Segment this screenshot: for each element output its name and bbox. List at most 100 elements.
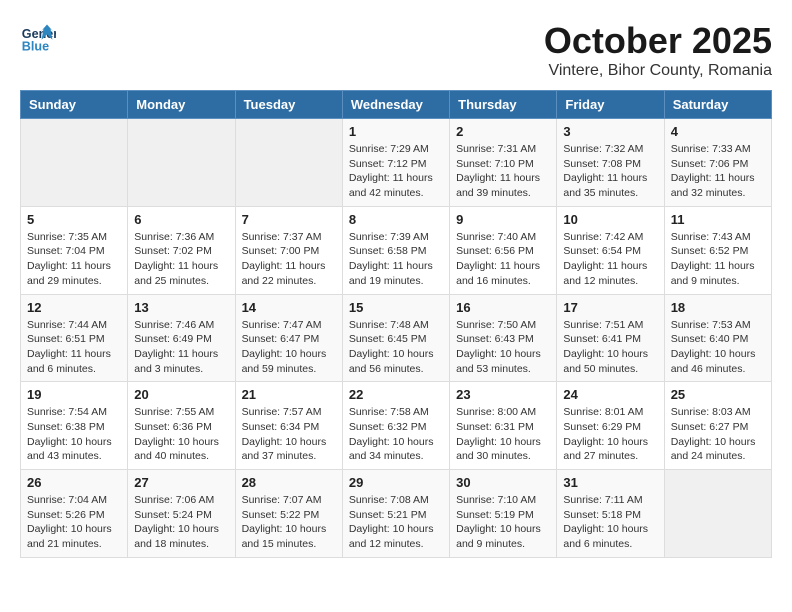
calendar-cell — [664, 470, 771, 558]
weekday-header-row: SundayMondayTuesdayWednesdayThursdayFrid… — [21, 91, 772, 119]
calendar-cell: 8 Sunrise: 7:39 AM Sunset: 6:58 PM Daylig… — [342, 206, 449, 294]
day-info: Sunrise: 7:11 AM Sunset: 5:18 PM Dayligh… — [563, 493, 657, 552]
day-info: Sunrise: 7:53 AM Sunset: 6:40 PM Dayligh… — [671, 318, 765, 377]
calendar-cell — [21, 119, 128, 207]
day-info: Sunrise: 7:50 AM Sunset: 6:43 PM Dayligh… — [456, 318, 550, 377]
page-header: General Blue October 2025 Vintere, Bihor… — [20, 20, 772, 80]
calendar-cell: 19 Sunrise: 7:54 AM Sunset: 6:38 PM Dayli… — [21, 382, 128, 470]
day-info: Sunrise: 7:06 AM Sunset: 5:24 PM Dayligh… — [134, 493, 228, 552]
calendar-cell: 28 Sunrise: 7:07 AM Sunset: 5:22 PM Dayli… — [235, 470, 342, 558]
day-number: 5 — [27, 212, 121, 227]
weekday-header-saturday: Saturday — [664, 91, 771, 119]
weekday-header-friday: Friday — [557, 91, 664, 119]
day-info: Sunrise: 8:03 AM Sunset: 6:27 PM Dayligh… — [671, 405, 765, 464]
day-info: Sunrise: 7:43 AM Sunset: 6:52 PM Dayligh… — [671, 230, 765, 289]
day-info: Sunrise: 7:31 AM Sunset: 7:10 PM Dayligh… — [456, 142, 550, 201]
calendar-cell: 13Sunrise: 7:46 AM Sunset: 6:49 PM Dayli… — [128, 294, 235, 382]
day-info: Sunrise: 7:48 AM Sunset: 6:45 PM Dayligh… — [349, 318, 443, 377]
day-number: 31 — [563, 475, 657, 490]
day-number: 6 — [134, 212, 228, 227]
calendar-cell: 9 Sunrise: 7:40 AM Sunset: 6:56 PM Daylig… — [450, 206, 557, 294]
calendar-cell: 15 Sunrise: 7:48 AM Sunset: 6:45 PM Dayli… — [342, 294, 449, 382]
day-number: 10 — [563, 212, 657, 227]
day-number: 23 — [456, 387, 550, 402]
weekday-header-monday: Monday — [128, 91, 235, 119]
calendar-week-2: 5 Sunrise: 7:35 AM Sunset: 7:04 PM Daylig… — [21, 206, 772, 294]
day-number: 27 — [134, 475, 228, 490]
day-number: 3 — [563, 124, 657, 139]
day-info: Sunrise: 7:36 AM Sunset: 7:02 PM Dayligh… — [134, 230, 228, 289]
day-number: 11 — [671, 212, 765, 227]
calendar-week-4: 19 Sunrise: 7:54 AM Sunset: 6:38 PM Dayli… — [21, 382, 772, 470]
day-number: 28 — [242, 475, 336, 490]
calendar-cell: 27 Sunrise: 7:06 AM Sunset: 5:24 PM Dayli… — [128, 470, 235, 558]
day-info: Sunrise: 7:10 AM Sunset: 5:19 PM Dayligh… — [456, 493, 550, 552]
day-number: 15 — [349, 300, 443, 315]
calendar-cell: 10 Sunrise: 7:42 AM Sunset: 6:54 PM Dayli… — [557, 206, 664, 294]
day-number: 12 — [27, 300, 121, 315]
day-number: 20 — [134, 387, 228, 402]
calendar-cell: 20 Sunrise: 7:55 AM Sunset: 6:36 PM Dayli… — [128, 382, 235, 470]
calendar-cell: 18 Sunrise: 7:53 AM Sunset: 6:40 PM Dayli… — [664, 294, 771, 382]
calendar-cell: 6 Sunrise: 7:36 AM Sunset: 7:02 PM Daylig… — [128, 206, 235, 294]
calendar-cell: 31 Sunrise: 7:11 AM Sunset: 5:18 PM Dayli… — [557, 470, 664, 558]
day-number: 22 — [349, 387, 443, 402]
day-info: Sunrise: 7:51 AM Sunset: 6:41 PM Dayligh… — [563, 318, 657, 377]
logo-icon: General Blue — [20, 20, 56, 56]
day-info: Sunrise: 7:42 AM Sunset: 6:54 PM Dayligh… — [563, 230, 657, 289]
location-subtitle: Vintere, Bihor County, Romania — [544, 62, 772, 80]
day-number: 14 — [242, 300, 336, 315]
calendar-week-5: 26Sunrise: 7:04 AM Sunset: 5:26 PM Dayli… — [21, 470, 772, 558]
calendar-cell: 26Sunrise: 7:04 AM Sunset: 5:26 PM Dayli… — [21, 470, 128, 558]
day-number: 29 — [349, 475, 443, 490]
day-info: Sunrise: 7:29 AM Sunset: 7:12 PM Dayligh… — [349, 142, 443, 201]
svg-text:Blue: Blue — [22, 40, 49, 54]
day-number: 1 — [349, 124, 443, 139]
day-info: Sunrise: 7:07 AM Sunset: 5:22 PM Dayligh… — [242, 493, 336, 552]
day-info: Sunrise: 7:35 AM Sunset: 7:04 PM Dayligh… — [27, 230, 121, 289]
day-info: Sunrise: 7:55 AM Sunset: 6:36 PM Dayligh… — [134, 405, 228, 464]
calendar-cell: 1 Sunrise: 7:29 AM Sunset: 7:12 PM Daylig… — [342, 119, 449, 207]
day-number: 8 — [349, 212, 443, 227]
calendar-cell: 22 Sunrise: 7:58 AM Sunset: 6:32 PM Dayli… — [342, 382, 449, 470]
day-info: Sunrise: 7:33 AM Sunset: 7:06 PM Dayligh… — [671, 142, 765, 201]
calendar-cell — [128, 119, 235, 207]
day-info: Sunrise: 7:08 AM Sunset: 5:21 PM Dayligh… — [349, 493, 443, 552]
calendar-cell: 14Sunrise: 7:47 AM Sunset: 6:47 PM Dayli… — [235, 294, 342, 382]
calendar-week-1: 1 Sunrise: 7:29 AM Sunset: 7:12 PM Daylig… — [21, 119, 772, 207]
calendar-cell: 21Sunrise: 7:57 AM Sunset: 6:34 PM Dayli… — [235, 382, 342, 470]
calendar-cell: 23 Sunrise: 8:00 AM Sunset: 6:31 PM Dayli… — [450, 382, 557, 470]
day-info: Sunrise: 8:00 AM Sunset: 6:31 PM Dayligh… — [456, 405, 550, 464]
day-number: 18 — [671, 300, 765, 315]
day-info: Sunrise: 7:40 AM Sunset: 6:56 PM Dayligh… — [456, 230, 550, 289]
logo: General Blue — [20, 20, 56, 56]
day-info: Sunrise: 7:54 AM Sunset: 6:38 PM Dayligh… — [27, 405, 121, 464]
weekday-header-sunday: Sunday — [21, 91, 128, 119]
month-title: October 2025 — [544, 20, 772, 62]
calendar-table: SundayMondayTuesdayWednesdayThursdayFrid… — [20, 90, 772, 558]
day-number: 30 — [456, 475, 550, 490]
day-number: 21 — [242, 387, 336, 402]
day-number: 19 — [27, 387, 121, 402]
calendar-week-3: 12Sunrise: 7:44 AM Sunset: 6:51 PM Dayli… — [21, 294, 772, 382]
day-number: 16 — [456, 300, 550, 315]
calendar-cell — [235, 119, 342, 207]
day-number: 7 — [242, 212, 336, 227]
title-block: October 2025 Vintere, Bihor County, Roma… — [544, 20, 772, 80]
calendar-cell: 30 Sunrise: 7:10 AM Sunset: 5:19 PM Dayli… — [450, 470, 557, 558]
calendar-cell: 11 Sunrise: 7:43 AM Sunset: 6:52 PM Dayli… — [664, 206, 771, 294]
calendar-cell: 24Sunrise: 8:01 AM Sunset: 6:29 PM Dayli… — [557, 382, 664, 470]
weekday-header-tuesday: Tuesday — [235, 91, 342, 119]
weekday-header-thursday: Thursday — [450, 91, 557, 119]
calendar-cell: 7Sunrise: 7:37 AM Sunset: 7:00 PM Daylig… — [235, 206, 342, 294]
day-info: Sunrise: 8:01 AM Sunset: 6:29 PM Dayligh… — [563, 405, 657, 464]
day-number: 13 — [134, 300, 228, 315]
calendar-cell: 29 Sunrise: 7:08 AM Sunset: 5:21 PM Dayli… — [342, 470, 449, 558]
day-info: Sunrise: 7:39 AM Sunset: 6:58 PM Dayligh… — [349, 230, 443, 289]
day-number: 9 — [456, 212, 550, 227]
calendar-cell: 4Sunrise: 7:33 AM Sunset: 7:06 PM Daylig… — [664, 119, 771, 207]
day-info: Sunrise: 7:58 AM Sunset: 6:32 PM Dayligh… — [349, 405, 443, 464]
day-info: Sunrise: 7:04 AM Sunset: 5:26 PM Dayligh… — [27, 493, 121, 552]
day-number: 2 — [456, 124, 550, 139]
day-number: 17 — [563, 300, 657, 315]
